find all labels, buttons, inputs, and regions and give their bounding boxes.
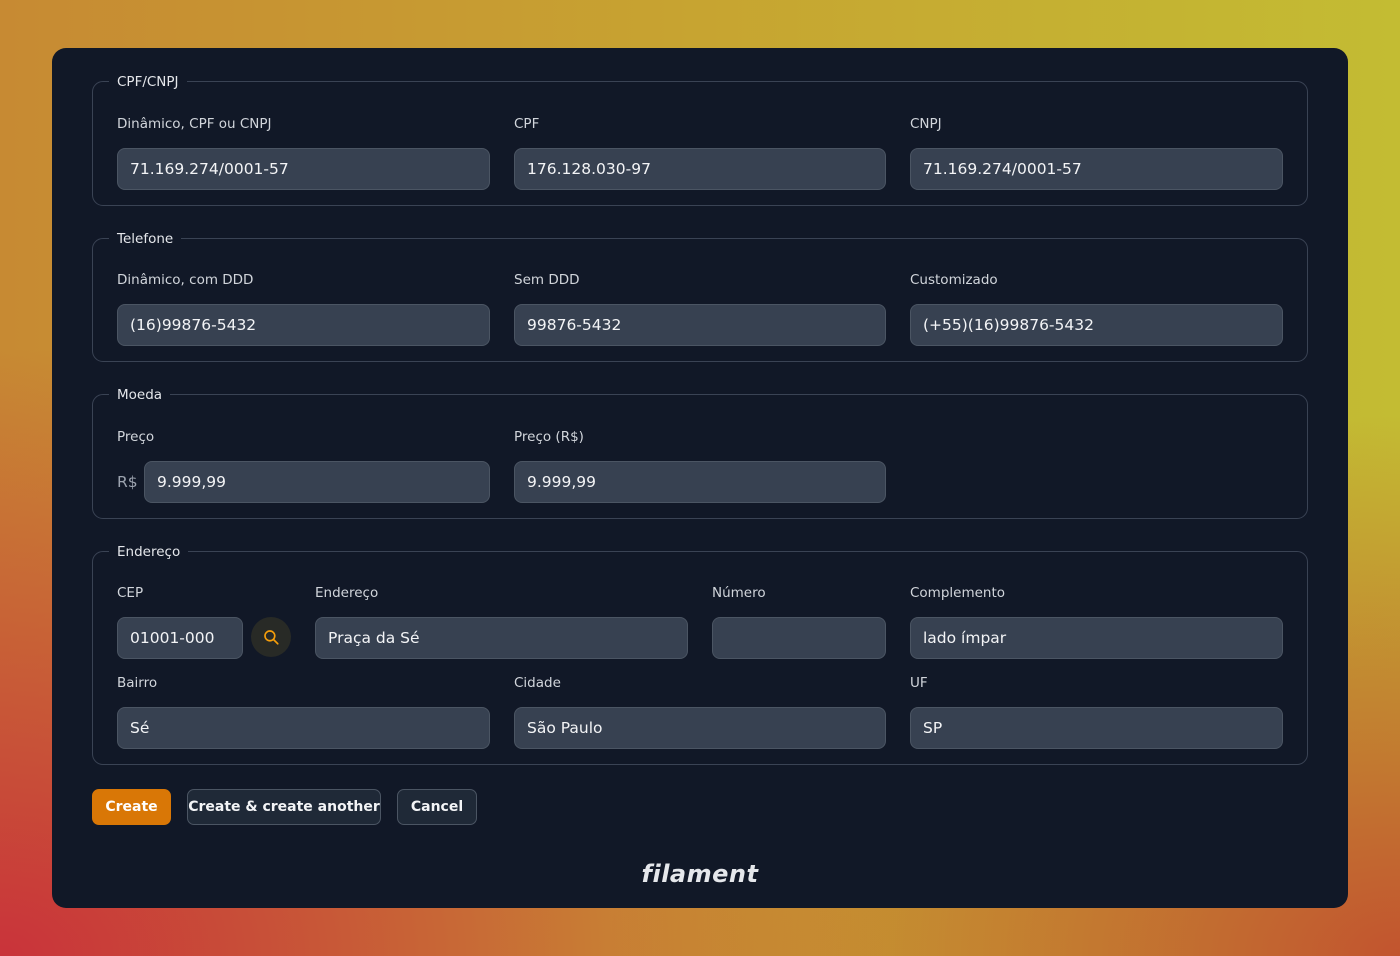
field-label: Complemento [910,585,1006,601]
field-cidade: Cidade São Paulo [514,674,886,749]
complemento-input[interactable]: lado ímpar [910,617,1283,659]
field-cep: CEP 01001-000 [117,584,293,659]
cpf-input[interactable]: 176.128.030-97 [514,148,886,190]
cpf-cnpj-section: CPF/CNPJ Dinâmico, CPF ou CNPJ 71.169.27… [92,73,1308,206]
field-label: Preço [117,429,155,445]
section-legend: Endereço [109,543,189,561]
field-label: Endereço [315,585,379,601]
moeda-section: Moeda Preço R$ 9.999,99 Preço (R$) 9.999… [92,386,1308,519]
create-button[interactable]: Create [92,789,171,825]
field-endereco: Endereço Praça da Sé [315,584,688,659]
field-label: CEP [117,585,144,601]
cep-search-button[interactable] [251,617,291,657]
field-label: Dinâmico, CPF ou CNPJ [117,116,272,132]
form-panel: CPF/CNPJ Dinâmico, CPF ou CNPJ 71.169.27… [52,48,1348,908]
numero-input[interactable] [712,617,886,659]
section-legend: CPF/CNPJ [109,73,187,91]
field-label: Preço (R$) [514,429,584,445]
filament-logo: filament [641,860,759,888]
field-bairro: Bairro Sé [117,674,490,749]
preco-rs-input[interactable]: 9.999,99 [514,461,886,503]
field-cnpj: CNPJ 71.169.274/0001-57 [910,115,1283,190]
cnpj-input[interactable]: 71.169.274/0001-57 [910,148,1283,190]
field-label: Customizado [910,272,998,288]
field-label: CNPJ [910,116,942,132]
field-label: Cidade [514,675,561,691]
field-dinamico-ddd: Dinâmico, com DDD (16)99876-5432 [117,271,490,346]
field-label: CPF [514,116,540,132]
search-icon [264,630,279,645]
field-preco-rs: Preço (R$) 9.999,99 [514,428,886,503]
field-sem-ddd: Sem DDD 99876-5432 [514,271,886,346]
field-cpf: CPF 176.128.030-97 [514,115,886,190]
field-label: Número [712,585,766,601]
telefone-section: Telefone Dinâmico, com DDD (16)99876-543… [92,230,1308,362]
create-another-button[interactable]: Create & create another [187,789,381,825]
currency-prefix: R$ [117,473,138,491]
field-preco: Preço R$ 9.999,99 [117,428,490,503]
field-uf: UF SP [910,674,1283,749]
section-legend: Moeda [109,386,171,404]
field-label: UF [910,675,928,691]
cancel-button[interactable]: Cancel [397,789,477,825]
dinamico-cpf-cnpj-input[interactable]: 71.169.274/0001-57 [117,148,490,190]
cep-input[interactable]: 01001-000 [117,617,243,659]
cidade-input[interactable]: São Paulo [514,707,886,749]
telefone-sem-ddd-input[interactable]: 99876-5432 [514,304,886,346]
telefone-customizado-input[interactable]: (+55)(16)99876-5432 [910,304,1283,346]
field-numero: Número [712,584,886,659]
endereco-section: Endereço CEP 01001-000 Endereço Praça da… [92,543,1308,765]
endereco-input[interactable]: Praça da Sé [315,617,688,659]
field-label: Bairro [117,675,158,691]
field-complemento: Complemento lado ímpar [910,584,1283,659]
telefone-dinamico-input[interactable]: (16)99876-5432 [117,304,490,346]
uf-input[interactable]: SP [910,707,1283,749]
bairro-input[interactable]: Sé [117,707,490,749]
preco-input[interactable]: 9.999,99 [144,461,490,503]
section-legend: Telefone [109,230,182,248]
field-label: Dinâmico, com DDD [117,272,254,288]
field-label: Sem DDD [514,272,580,288]
field-dinamico-cpf-cnpj: Dinâmico, CPF ou CNPJ 71.169.274/0001-57 [117,115,490,190]
field-customizado: Customizado (+55)(16)99876-5432 [910,271,1283,346]
